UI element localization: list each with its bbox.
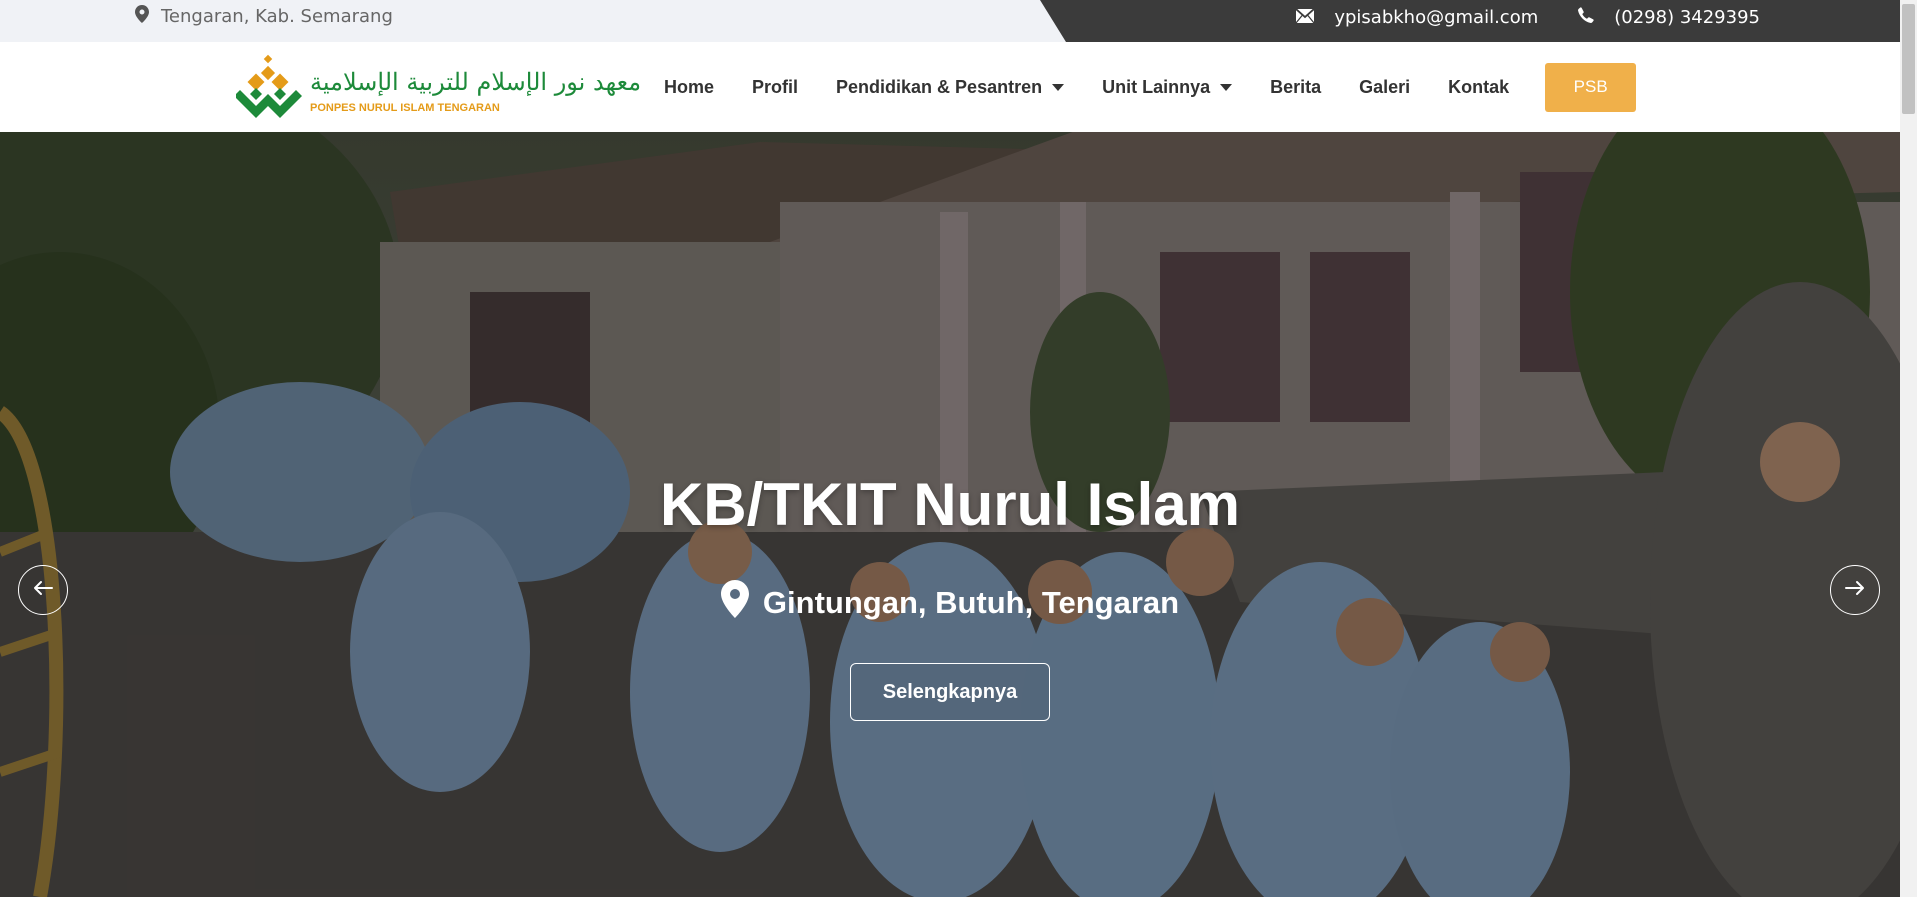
caret-down-icon [1052, 83, 1065, 91]
email-link[interactable]: ypisabkho@gmail.com [1295, 6, 1539, 28]
nav-galeri-label: Galeri [1359, 76, 1411, 97]
location-text: Tengaran, Kab. Semarang [161, 5, 393, 27]
site-logo[interactable]: معهد نور الإسلام للتربية الإسلامية PONPE… [234, 54, 642, 122]
hero-caption: KB/TKIT Nurul Islam Gintungan, Butuh, Te… [0, 132, 1900, 897]
nav-berita-label: Berita [1270, 76, 1322, 97]
nav-kontak-label: Kontak [1448, 76, 1510, 97]
hero-location-text: Gintungan, Butuh, Tengaran [762, 585, 1180, 620]
top-bar-contacts: ypisabkho@gmail.com (0298) 3429395 [1295, 0, 1760, 34]
scrollbar-thumb[interactable] [1902, 4, 1915, 114]
read-more-button[interactable]: Selengkapnya [850, 663, 1050, 721]
nav-berita[interactable]: Berita [1270, 77, 1321, 98]
hero-location: Gintungan, Butuh, Tengaran [0, 580, 1900, 626]
page-scrollbar[interactable] [1900, 0, 1917, 897]
psb-button[interactable]: PSB [1545, 62, 1637, 112]
envelope-icon [1295, 7, 1315, 28]
nav-home-label: Home [664, 76, 715, 97]
nav-unit-label: Unit Lainnya [1102, 76, 1211, 97]
main-nav: Home Profil Pendidikan & Pesantren Unit … [664, 42, 1637, 132]
logo-text: معهد نور الإسلام للتربية الإسلامية PONPE… [310, 62, 642, 114]
phone-icon [1578, 6, 1594, 28]
nav-unit-lainnya[interactable]: Unit Lainnya [1102, 76, 1233, 98]
phone-link[interactable]: (0298) 3429395 [1578, 7, 1760, 28]
logo-arabic-text: معهد نور الإسلام للتربية الإسلامية [310, 68, 642, 96]
arrow-right-icon [1845, 580, 1865, 600]
email-text: ypisabkho@gmail.com [1334, 6, 1539, 28]
nav-galeri[interactable]: Galeri [1359, 77, 1410, 98]
main-header: معهد نور الإسلام للتربية الإسلامية PONPE… [0, 42, 1900, 132]
nav-home[interactable]: Home [664, 77, 714, 98]
map-pin-icon [135, 4, 149, 28]
logo-subtitle: PONPES NURUL ISLAM TENGARAN [310, 102, 500, 114]
nav-kontak[interactable]: Kontak [1448, 77, 1509, 98]
nav-pendidikan-pesantren[interactable]: Pendidikan & Pesantren [836, 76, 1065, 98]
nav-profil-label: Profil [752, 76, 799, 97]
nav-profil[interactable]: Profil [752, 77, 798, 98]
arrow-left-icon [33, 580, 53, 600]
slider-prev-button[interactable] [18, 565, 68, 615]
caret-down-icon [1220, 83, 1233, 91]
nav-pendidikan-label: Pendidikan & Pesantren [836, 76, 1043, 97]
logo-emblem-icon [234, 54, 302, 122]
top-bar: Tengaran, Kab. Semarang ypisabkho@gmail.… [0, 0, 1900, 42]
hero-slider: KB/TKIT Nurul Islam Gintungan, Butuh, Te… [0, 132, 1900, 897]
slider-next-button[interactable] [1830, 565, 1880, 615]
hero-title: KB/TKIT Nurul Islam [659, 471, 1241, 538]
top-bar-location: Tengaran, Kab. Semarang [135, 0, 393, 32]
map-pin-icon [720, 580, 749, 626]
phone-text: (0298) 3429395 [1614, 6, 1760, 28]
